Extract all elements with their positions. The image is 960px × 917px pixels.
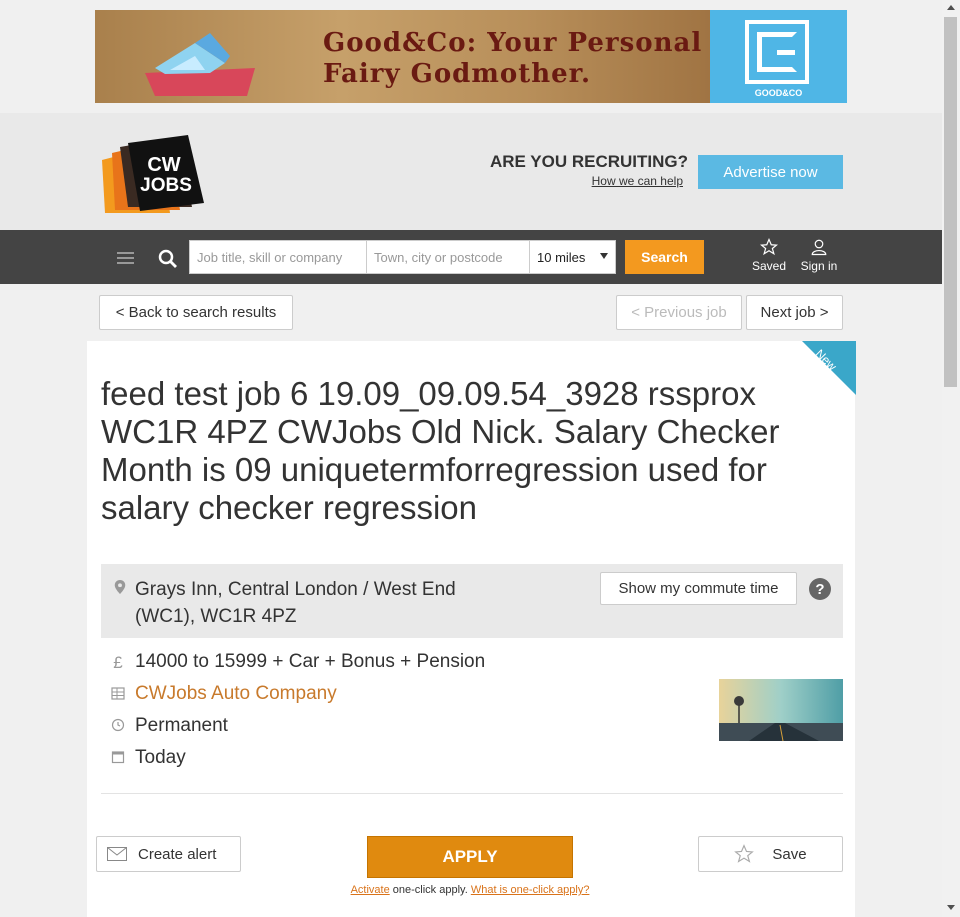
job-title: feed test job 6 19.09_09.09.54_3928 rssp… xyxy=(101,375,780,526)
ad-brand-name: GOOD&CO xyxy=(754,88,803,98)
logo-text-cw: CW xyxy=(147,154,180,176)
location-line2: (WC1), WC1R 4PZ xyxy=(135,606,297,627)
save-label: Save xyxy=(772,845,807,863)
ad-headline-line2: Fairy Godmother. xyxy=(323,59,592,89)
previous-job-button[interactable]: < Previous job xyxy=(616,295,742,330)
ad-brand-panel: GOOD&CO xyxy=(710,10,847,103)
scroll-thumb[interactable] xyxy=(944,17,957,387)
menu-icon[interactable] xyxy=(117,252,134,264)
logo-text-jobs: JOBS xyxy=(140,175,192,196)
location-line1: Grays Inn, Central London / West End xyxy=(135,579,456,600)
save-job-button[interactable]: Save xyxy=(698,836,843,872)
search-button[interactable]: Search xyxy=(625,240,704,274)
location-pin-icon xyxy=(114,580,126,594)
radius-select[interactable]: 10 miles xyxy=(529,240,616,274)
create-alert-label: Create alert xyxy=(138,845,217,863)
ad-headline-line1: Good&Co: Your Personal xyxy=(323,28,703,58)
company-link[interactable]: CWJobs Auto Company xyxy=(135,683,337,705)
recruiting-heading: ARE YOU RECRUITING? xyxy=(489,152,688,171)
user-icon xyxy=(811,239,827,256)
sign-in-link[interactable]: Sign in xyxy=(797,238,841,273)
help-icon[interactable]: ? xyxy=(809,578,831,600)
how-we-can-help-link[interactable]: How we can help xyxy=(540,174,683,188)
company-image[interactable] xyxy=(719,679,843,741)
create-alert-button[interactable]: Create alert xyxy=(96,836,241,872)
star-icon xyxy=(759,237,779,256)
calendar-icon xyxy=(111,751,125,764)
ad-headline: Good&Co: Your Personal Fairy Godmother. xyxy=(323,28,702,90)
what-is-one-click-link[interactable]: What is one-click apply? xyxy=(471,884,590,896)
radius-value: 10 miles xyxy=(537,249,586,265)
one-click-apply-note: Activate one-click apply. What is one-cl… xyxy=(300,884,640,896)
building-icon xyxy=(111,687,125,700)
next-job-button[interactable]: Next job > xyxy=(746,295,843,330)
commute-time-button[interactable]: Show my commute time xyxy=(600,572,797,605)
posted-date: Today xyxy=(135,747,186,768)
saved-link[interactable]: Saved xyxy=(749,237,789,273)
scroll-up-icon[interactable] xyxy=(947,5,955,10)
advertise-now-button[interactable]: Advertise now xyxy=(698,155,843,189)
chevron-down-icon xyxy=(600,253,608,259)
sign-in-label: Sign in xyxy=(800,259,838,273)
ad-banner[interactable]: Good&Co: Your Personal Fairy Godmother. … xyxy=(95,10,847,103)
back-to-results-button[interactable]: < Back to search results xyxy=(99,295,293,330)
glass-slipper-icon xyxy=(145,33,255,96)
scroll-down-icon[interactable] xyxy=(947,905,955,910)
location-input[interactable]: Town, city or postcode xyxy=(366,240,530,274)
cwjobs-logo[interactable]: CW JOBS xyxy=(100,135,210,215)
apply-button[interactable]: APPLY xyxy=(367,836,573,878)
one-click-text: one-click apply. xyxy=(392,884,468,896)
envelope-icon xyxy=(107,847,127,861)
goodco-logo-icon xyxy=(745,20,809,84)
job-salary: 14000 to 15999 + Car + Bonus + Pension xyxy=(135,651,486,672)
saved-label: Saved xyxy=(751,259,787,273)
search-icon[interactable] xyxy=(158,249,178,269)
page-scrollbar[interactable] xyxy=(942,0,960,917)
activate-link[interactable]: Activate xyxy=(351,884,390,896)
job-location: Grays Inn, Central London / West End (WC… xyxy=(135,576,485,630)
job-type: Permanent xyxy=(135,715,228,736)
clock-icon xyxy=(111,718,125,732)
divider xyxy=(101,793,843,794)
keyword-input[interactable]: Job title, skill or company xyxy=(189,240,367,274)
pound-icon: £ xyxy=(113,653,123,672)
star-outline-icon xyxy=(734,844,755,863)
